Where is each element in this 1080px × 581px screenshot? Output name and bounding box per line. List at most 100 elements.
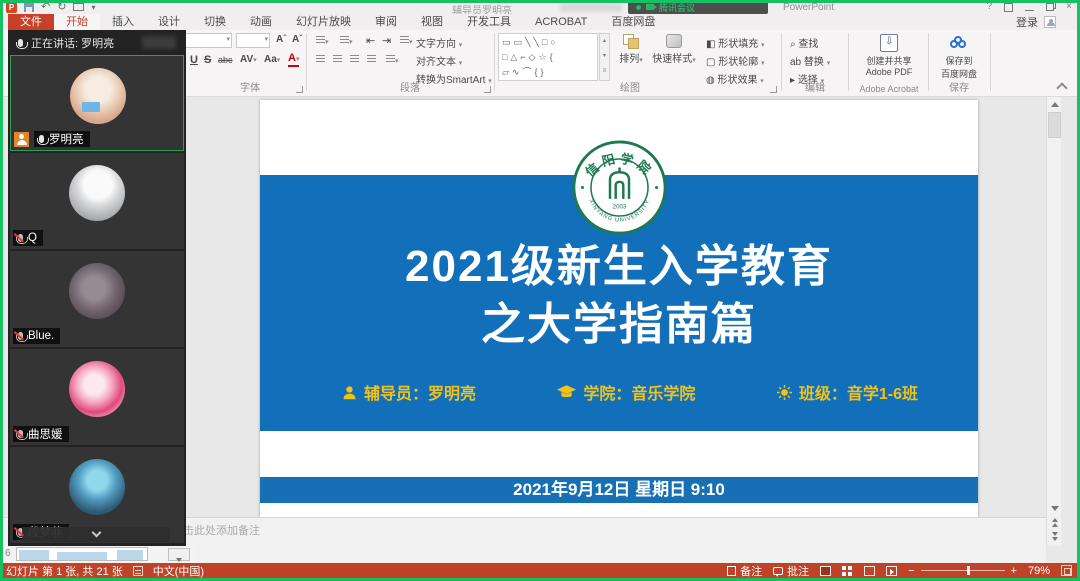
- restore-button[interactable]: [1046, 3, 1054, 11]
- participant-tile-4[interactable]: 曲思媛: [10, 349, 184, 445]
- columns-icon[interactable]: ▾: [386, 53, 399, 69]
- info-class[interactable]: 班级：音学1-6班: [777, 380, 918, 404]
- change-case-button[interactable]: Aa▾: [264, 53, 280, 68]
- undo-icon[interactable]: ↶: [41, 2, 50, 13]
- drawing-dialog-launcher-icon[interactable]: [770, 86, 777, 93]
- shape-effects-button[interactable]: ◍ 形状效果 ▾: [706, 71, 764, 86]
- tab-developer[interactable]: 开发工具: [455, 14, 523, 30]
- help-button[interactable]: ?: [987, 0, 993, 14]
- signin-area[interactable]: 登录: [1016, 14, 1056, 30]
- strikethrough-button[interactable]: S: [204, 53, 211, 67]
- normal-view-icon[interactable]: [820, 566, 831, 576]
- slide-date-bar[interactable]: 2021年9月12日 星期日 9:10: [260, 477, 978, 503]
- font-dialog-launcher-icon[interactable]: [296, 86, 303, 93]
- redo-icon[interactable]: ↻: [57, 2, 66, 13]
- participant-tile-1[interactable]: 罗明亮: [10, 55, 184, 151]
- tab-baidu-netdisk[interactable]: 百度网盘: [599, 14, 667, 30]
- replace-button[interactable]: ab 替换 ▾: [790, 53, 830, 68]
- shrink-font-button[interactable]: Aˇ: [292, 33, 303, 47]
- fit-slide-to-window-icon[interactable]: [1061, 565, 1072, 576]
- tab-review[interactable]: 审阅: [363, 14, 409, 30]
- arrange-button[interactable]: 排列▾: [614, 34, 648, 65]
- font-color-button[interactable]: A▾: [288, 53, 299, 67]
- underline-button[interactable]: U: [190, 53, 198, 67]
- numbering-button[interactable]: ▾: [340, 34, 353, 50]
- tab-file[interactable]: 文件: [8, 14, 54, 30]
- minimize-button[interactable]: [1025, 10, 1034, 11]
- text-shadow-button[interactable]: abc: [218, 53, 233, 67]
- account-avatar-icon[interactable]: [1044, 16, 1056, 28]
- save-to-baidu-button[interactable]: 保存到百度网盘: [934, 34, 984, 80]
- slide-title[interactable]: 2021级新生入学教育 之大学指南篇: [260, 238, 978, 354]
- text-direction-button[interactable]: 文字方向 ▾: [416, 35, 462, 50]
- tab-acrobat[interactable]: ACROBAT: [523, 14, 599, 30]
- grow-font-button[interactable]: Aˆ: [276, 33, 287, 47]
- font-size-combo[interactable]: [236, 33, 270, 48]
- previous-slide-icon[interactable]: [1048, 516, 1061, 529]
- increase-indent-icon[interactable]: ⇥: [382, 34, 391, 48]
- spellcheck-icon[interactable]: [133, 566, 143, 576]
- zoom-out-icon[interactable]: −: [908, 565, 914, 577]
- notes-toggle[interactable]: 备注: [727, 563, 762, 579]
- meeting-panel[interactable]: 正在讲话: 罗明亮 罗明亮 Q Blue. 曲思媛 段梦菲: [8, 30, 186, 546]
- shapes-row[interactable]: ▭▭╲╲□○: [502, 35, 594, 50]
- slide-title-line2[interactable]: 之大学指南篇: [260, 296, 978, 354]
- align-left-icon[interactable]: [316, 53, 325, 67]
- slideshow-view-icon[interactable]: [886, 566, 897, 576]
- slide-counter[interactable]: 幻灯片 第 1 张, 共 21 张: [6, 563, 123, 579]
- tab-design[interactable]: 设计: [146, 14, 192, 30]
- quick-styles-button[interactable]: 快速样式▾: [648, 34, 700, 65]
- zoom-in-icon[interactable]: +: [1011, 565, 1017, 577]
- tab-animations[interactable]: 动画: [238, 14, 284, 30]
- character-spacing-button[interactable]: AV▾: [240, 53, 257, 68]
- scroll-up-icon[interactable]: [1048, 98, 1061, 111]
- close-button[interactable]: ×: [1066, 0, 1072, 14]
- thumbnail-scroll-down-icon[interactable]: [168, 548, 190, 561]
- bullets-button[interactable]: ▾: [316, 34, 329, 50]
- tab-insert[interactable]: 插入: [100, 14, 146, 30]
- zoom-level[interactable]: 79%: [1028, 565, 1050, 577]
- zoom-slider-thumb[interactable]: [967, 566, 970, 575]
- customize-qat-icon[interactable]: ▾: [91, 3, 95, 12]
- slide-thumbnail[interactable]: [16, 547, 148, 561]
- shapes-gallery-scroll[interactable]: ▴▾≡: [599, 33, 610, 81]
- align-text-button[interactable]: 对齐文本 ▾: [416, 53, 462, 68]
- tab-home[interactable]: 开始: [54, 14, 100, 30]
- line-spacing-button[interactable]: ▾: [400, 34, 413, 50]
- justify-icon[interactable]: [367, 53, 376, 67]
- zoom-control[interactable]: − +: [908, 565, 1017, 577]
- tab-view[interactable]: 视图: [409, 14, 455, 30]
- signin-label[interactable]: 登录: [1016, 14, 1038, 30]
- zoom-slider[interactable]: [921, 570, 1005, 571]
- tab-slideshow[interactable]: 幻灯片放映: [284, 14, 363, 30]
- scroll-down-icon[interactable]: [1048, 502, 1061, 515]
- paragraph-dialog-launcher-icon[interactable]: [484, 86, 491, 93]
- collapse-videos-button[interactable]: [22, 527, 170, 542]
- tencent-meeting-floatbar[interactable]: 腾讯会议: [628, 0, 768, 14]
- ribbon-display-options-icon[interactable]: [1004, 3, 1013, 12]
- notes-placeholder[interactable]: 击此处添加备注: [183, 522, 260, 538]
- shape-fill-button[interactable]: ◧ 形状填充 ▾: [706, 35, 765, 50]
- slide-info-row[interactable]: 辅导员：罗明亮 学院：音乐学院 班级：音学1-6班: [260, 380, 978, 404]
- shapes-gallery[interactable]: ▭▭╲╲□○ □△⌐◇☆{ ▱∿⌒{}: [498, 33, 598, 81]
- vertical-scrollbar[interactable]: [1046, 97, 1061, 546]
- collapse-ribbon-icon[interactable]: [1056, 82, 1067, 93]
- align-right-icon[interactable]: [350, 53, 359, 67]
- participant-tile-3[interactable]: Blue.: [10, 251, 184, 347]
- start-slideshow-icon[interactable]: [73, 3, 84, 11]
- language-indicator[interactable]: 中文(中国): [153, 563, 204, 579]
- scrollbar-thumb[interactable]: [1048, 112, 1061, 138]
- reading-view-icon[interactable]: [864, 566, 875, 576]
- participant-tile-2[interactable]: Q: [10, 153, 184, 249]
- next-slide-icon[interactable]: [1048, 530, 1061, 543]
- slide-canvas[interactable]: 信阳学院 XINYANG UNIVERSITY 2003 2021级新生入学教育…: [260, 100, 978, 517]
- university-logo[interactable]: 信阳学院 XINYANG UNIVERSITY 2003: [572, 140, 667, 235]
- powerpoint-logo-icon[interactable]: P: [6, 2, 17, 13]
- slide-title-line1[interactable]: 2021级新生入学教育: [260, 238, 978, 296]
- slide-sorter-view-icon[interactable]: [842, 566, 853, 576]
- shapes-row[interactable]: ▱∿⌒{}: [502, 65, 594, 80]
- decrease-indent-icon[interactable]: ⇤: [366, 34, 375, 48]
- save-icon[interactable]: [24, 2, 34, 12]
- tab-transitions[interactable]: 切换: [192, 14, 238, 30]
- create-share-pdf-button[interactable]: 创建并共享Adobe PDF: [856, 34, 922, 77]
